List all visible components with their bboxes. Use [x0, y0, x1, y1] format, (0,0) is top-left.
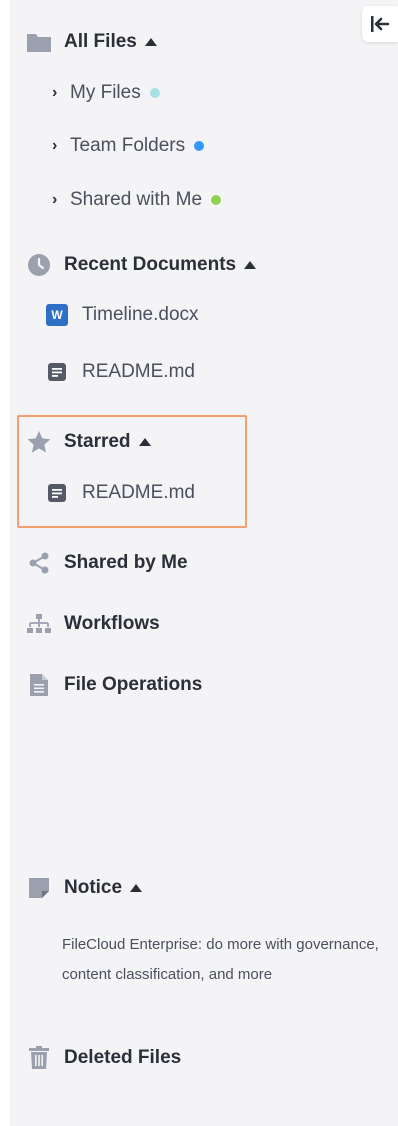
- section-file-operations[interactable]: File Operations: [26, 670, 202, 700]
- caret-up-icon: [244, 261, 257, 269]
- file-name: README.md: [82, 482, 195, 503]
- status-dot: [194, 141, 205, 151]
- section-recent-documents[interactable]: Recent Documents: [26, 250, 257, 280]
- section-title: Recent Documents: [64, 254, 237, 275]
- section-title: Shared by Me: [64, 552, 188, 573]
- section-title: Notice: [64, 877, 123, 898]
- collapse-left-icon: [371, 16, 390, 32]
- word-doc-icon: W: [46, 304, 68, 326]
- workflow-icon: [26, 611, 52, 637]
- section-starred[interactable]: Starred: [26, 427, 151, 457]
- section-shared-by-me[interactable]: Shared by Me: [26, 548, 188, 578]
- section-title: File Operations: [64, 674, 203, 695]
- folder-icon: [26, 29, 52, 55]
- chevron-right-icon: ›: [52, 191, 58, 208]
- caret-up-icon: [130, 884, 143, 892]
- status-dot: [211, 195, 222, 205]
- notice-text: FileCloud Enterprise: do more with gover…: [62, 936, 379, 983]
- document-icon: [26, 672, 52, 698]
- caret-up-icon: [144, 38, 157, 46]
- sidebar-item-label: Shared with Me: [70, 189, 203, 210]
- collapse-sidebar-button[interactable]: [362, 6, 398, 42]
- clock-icon: [26, 252, 52, 278]
- text-doc-icon: [46, 361, 68, 383]
- section-workflows[interactable]: Workflows: [26, 609, 160, 639]
- status-dot: [149, 88, 160, 98]
- sidebar-item-team-folders[interactable]: › Team Folders: [52, 131, 205, 161]
- section-all-files[interactable]: All Files: [26, 27, 157, 57]
- section-title: Starred: [64, 431, 131, 452]
- trash-icon: [26, 1045, 52, 1071]
- file-name: Timeline.docx: [82, 304, 199, 325]
- section-title: All Files: [64, 31, 137, 52]
- section-deleted-files[interactable]: Deleted Files: [26, 1043, 181, 1073]
- sidebar-item-shared-with-me[interactable]: › Shared with Me: [52, 185, 222, 215]
- section-title: Deleted Files: [64, 1047, 182, 1068]
- sidebar-item-label: Team Folders: [70, 135, 186, 156]
- sticky-note-icon: [26, 875, 52, 901]
- file-name: README.md: [82, 361, 195, 382]
- recent-item-timeline[interactable]: W Timeline.docx: [46, 300, 199, 330]
- chevron-right-icon: ›: [52, 137, 58, 154]
- recent-item-readme[interactable]: README.md: [46, 357, 195, 387]
- chevron-right-icon: ›: [52, 84, 58, 101]
- sidebar-item-my-files[interactable]: › My Files: [52, 78, 160, 108]
- star-icon: [26, 429, 52, 455]
- section-notice[interactable]: Notice: [26, 873, 143, 903]
- section-title: Workflows: [64, 613, 160, 634]
- caret-up-icon: [138, 438, 151, 446]
- share-icon: [26, 550, 52, 576]
- text-doc-icon: [46, 482, 68, 504]
- sidebar-item-label: My Files: [70, 82, 141, 103]
- sidebar: All Files › My Files › Team Folders › Sh…: [10, 0, 398, 1126]
- starred-item-readme[interactable]: README.md: [46, 478, 195, 508]
